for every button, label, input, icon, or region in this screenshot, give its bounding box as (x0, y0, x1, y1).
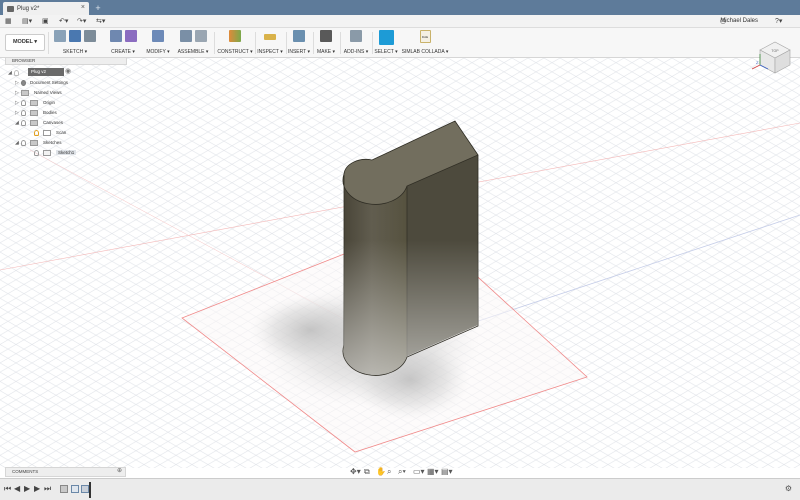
folder-icon (30, 119, 38, 126)
folder-icon (30, 139, 38, 146)
root-node[interactable]: ◢ (8, 68, 23, 77)
tree-label: Sketches (43, 140, 62, 145)
visibility-bulb-icon[interactable] (14, 69, 19, 76)
visibility-bulb-icon[interactable] (21, 99, 26, 106)
orbit-icon[interactable]: ✥▾ (350, 467, 361, 476)
record-icon[interactable]: ◉ (65, 67, 71, 75)
tree-bodies[interactable]: ▷ Bodies (15, 108, 57, 117)
browser-header[interactable]: BROWSER (5, 57, 127, 65)
gear-icon (21, 79, 26, 86)
fit-icon[interactable]: ⌕▾ (398, 467, 406, 477)
tree-label: Named Views (34, 90, 62, 95)
tree-origin[interactable]: ▷ Origin (15, 98, 55, 107)
tree-label: Origin (43, 100, 56, 105)
tree-label: Sketch1 (56, 150, 77, 155)
fusion-window: Plug v2* × + ▦ ▤▾ ▣ ↶▾ ↷▾ ⇆▾ ◷ Michael D… (0, 0, 800, 500)
grid-settings-icon[interactable]: ▦▾ (427, 467, 439, 476)
document-node[interactable]: Plug v2 (28, 68, 64, 76)
pan-hand-icon[interactable]: ✋ (376, 467, 386, 476)
folder-icon (30, 99, 38, 106)
look-at-icon[interactable]: ⧉ (364, 467, 370, 477)
viewcube-top-label: TOP (771, 49, 779, 53)
comments-panel[interactable]: COMMENTS (5, 467, 126, 477)
timeline-extrude-feature[interactable] (81, 485, 89, 493)
go-to-end-icon[interactable]: ⏭ (44, 484, 51, 494)
comments-add-icon[interactable]: ⊕ (117, 467, 122, 474)
visibility-bulb-icon[interactable] (34, 149, 39, 156)
tree-sketch1[interactable]: Sketch1 (28, 148, 77, 157)
tree-scan[interactable]: Scan (28, 128, 66, 137)
tree-label: Canvases (43, 120, 64, 125)
step-forward-icon[interactable]: ▶ (34, 484, 40, 493)
viewports-icon[interactable]: ▤▾ (441, 467, 453, 476)
play-icon[interactable]: ▶ (24, 484, 30, 493)
go-to-start-icon[interactable]: ⏮ (4, 484, 11, 494)
tree-label: Bodies (43, 110, 57, 115)
sketch-icon (43, 149, 51, 156)
zoom-icon[interactable]: ⌕ (387, 467, 391, 477)
timeline-bar: ⏮ ◀ ▶ ▶ ⏭ ⚙ (0, 478, 800, 500)
tree-sketches[interactable]: ◢ Sketches (15, 138, 62, 147)
folder-icon (30, 109, 38, 116)
tree-label: Document Settings (30, 80, 69, 85)
timeline-sketch-feature[interactable] (71, 485, 79, 493)
timeline-settings-gear-icon[interactable]: ⚙ (785, 484, 792, 493)
tree-canvases[interactable]: ◢ Canvases (15, 118, 63, 127)
folder-icon (21, 89, 29, 96)
visibility-bulb-icon[interactable] (34, 129, 39, 136)
step-back-icon[interactable]: ◀ (14, 484, 20, 493)
tree-label: Scan (56, 130, 67, 135)
visibility-bulb-icon[interactable] (21, 109, 26, 116)
canvas-image-icon (43, 129, 51, 136)
visibility-bulb-icon[interactable] (21, 119, 26, 126)
tree-document-settings[interactable]: ▷ Document Settings (15, 78, 68, 87)
timeline-canvas-feature[interactable] (60, 485, 68, 493)
tree-named-views[interactable]: ▷ Named Views (15, 88, 62, 97)
display-settings-icon[interactable]: ▭▾ (413, 467, 425, 476)
navigation-bar: ✥▾ ⧉ ✋ ⌕ ⌕▾ ▭▾ ▦▾ ▤▾ (350, 467, 453, 477)
visibility-bulb-icon[interactable] (21, 139, 26, 146)
timeline-marker[interactable] (89, 482, 91, 498)
